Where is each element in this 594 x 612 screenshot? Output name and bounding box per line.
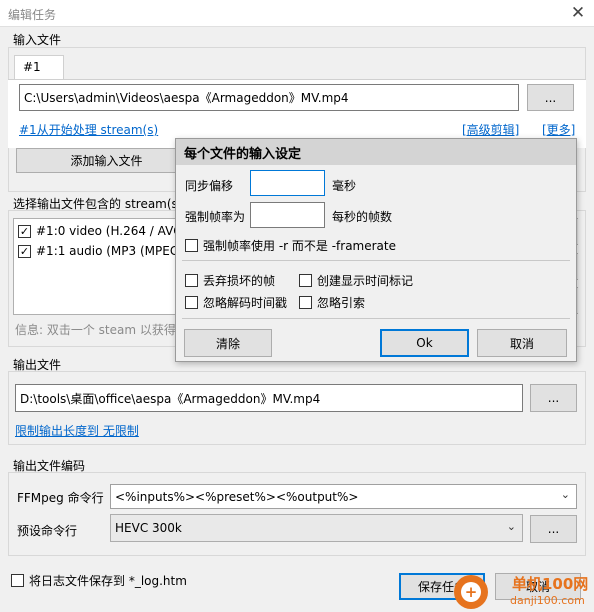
force-r-label: 强制帧率使用 -r 而不是 -framerate [203, 239, 396, 253]
chevron-down-icon: ⌄ [506, 520, 516, 533]
watermark-logo: + 单机100网 danji100.com [452, 569, 594, 612]
add-input-button[interactable]: 添加输入文件 [16, 148, 197, 173]
preset-select[interactable]: HEVC 300k ⌄ [110, 514, 523, 542]
clear-button[interactable]: 清除 [184, 329, 272, 357]
stream-item-video[interactable]: ✓ #1:0 video (H.264 / AVC [18, 224, 182, 238]
input-settings-dialog: 每个文件的输入设定 同步偏移 毫秒 强制帧率为 每秒的帧数 强制帧率使用 -r … [175, 138, 577, 362]
ffmpeg-label: FFMpeg 命令行 [17, 491, 104, 505]
save-log-option[interactable]: 将日志文件保存到 *_log.htm [11, 572, 187, 589]
sync-offset-unit: 毫秒 [332, 179, 357, 193]
title-bar: 编辑任务 ✕ [0, 0, 594, 27]
output-path-field[interactable]: D:\tools\桌面\office\aespa《Armageddon》MV.m… [15, 384, 523, 412]
divider [182, 318, 570, 319]
divider [182, 260, 570, 261]
watermark-name: 单机100网 [512, 575, 589, 593]
dialog-cancel-button[interactable]: 取消 [477, 329, 567, 357]
watermark-plus-icon: + [461, 582, 481, 602]
force-r-option[interactable]: 强制帧率使用 -r 而不是 -framerate [185, 237, 396, 254]
output-browse-button[interactable]: ... [530, 384, 577, 412]
stream-video-label: #1:0 video (H.264 / AVC [36, 224, 182, 238]
stream-audio-label: #1:1 audio (MP3 (MPEG [36, 244, 180, 258]
window-title: 编辑任务 [8, 8, 57, 22]
save-log-checkbox[interactable] [11, 574, 24, 587]
start-process-link[interactable]: #1从开始处理 stream(s) [19, 121, 158, 138]
gen-pts-checkbox[interactable] [299, 274, 312, 287]
ffmpeg-command-value: <%inputs%><%preset%><%output%> [115, 489, 359, 504]
ignore-dts-option[interactable]: 忽略解码时间戳 [185, 294, 287, 311]
ignore-index-checkbox[interactable] [299, 296, 312, 309]
stream-video-checkbox[interactable]: ✓ [18, 224, 31, 238]
force-fps-unit: 每秒的帧数 [332, 210, 393, 224]
stream-item-audio[interactable]: ✓ #1:1 audio (MP3 (MPEG [18, 244, 179, 258]
advanced-cut-link[interactable]: [高级剪辑] [462, 121, 519, 138]
input-files-title: 输入文件 [13, 33, 62, 47]
ok-button[interactable]: Ok [380, 329, 469, 357]
streams-list[interactable]: ✓ #1:0 video (H.264 / AVC ✓ #1:1 audio (… [13, 218, 188, 315]
watermark-url: danji100.com [510, 594, 585, 607]
save-log-label: 将日志文件保存到 *_log.htm [29, 574, 187, 588]
dialog-header: 每个文件的输入设定 [176, 139, 576, 165]
dialog-title: 每个文件的输入设定 [184, 147, 302, 162]
gen-pts-option[interactable]: 创建显示时间标记 [299, 272, 413, 289]
ffmpeg-command-combo[interactable]: <%inputs%><%preset%><%output%> ⌄ [110, 484, 577, 509]
discard-corrupt-label: 丢弃损坏的帧 [203, 274, 276, 288]
ignore-index-label: 忽略引索 [317, 296, 366, 310]
preset-value: HEVC 300k [115, 521, 182, 535]
input-browse-button[interactable]: ... [527, 84, 574, 111]
stream-audio-checkbox[interactable]: ✓ [18, 244, 31, 258]
gen-pts-label: 创建显示时间标记 [317, 274, 414, 288]
input-path-field[interactable]: C:\Users\admin\Videos\aespa《Armageddon》M… [19, 84, 519, 111]
ignore-dts-label: 忽略解码时间戳 [203, 296, 288, 310]
preset-label: 预设命令行 [17, 524, 78, 538]
discard-corrupt-option[interactable]: 丢弃损坏的帧 [185, 272, 275, 289]
force-r-checkbox[interactable] [185, 239, 198, 252]
force-fps-label: 强制帧率为 [185, 210, 246, 224]
force-fps-input[interactable] [250, 202, 325, 228]
more-link[interactable]: [更多] [542, 121, 575, 138]
streams-info: 信息: 双击一个 steam 以获得 [15, 323, 176, 337]
limit-length-link[interactable]: 限制输出长度到 无限制 [15, 422, 139, 439]
close-icon[interactable]: ✕ [568, 3, 588, 23]
preset-browse-button[interactable]: ... [530, 515, 577, 543]
ignore-index-option[interactable]: 忽略引索 [299, 294, 365, 311]
tab-input-1[interactable]: #1 [14, 55, 64, 80]
ignore-dts-checkbox[interactable] [185, 296, 198, 309]
discard-corrupt-checkbox[interactable] [185, 274, 198, 287]
tab-label: #1 [23, 60, 41, 74]
chevron-down-icon: ⌄ [560, 488, 570, 501]
sync-offset-input[interactable] [250, 170, 325, 196]
sync-offset-label: 同步偏移 [185, 179, 234, 193]
